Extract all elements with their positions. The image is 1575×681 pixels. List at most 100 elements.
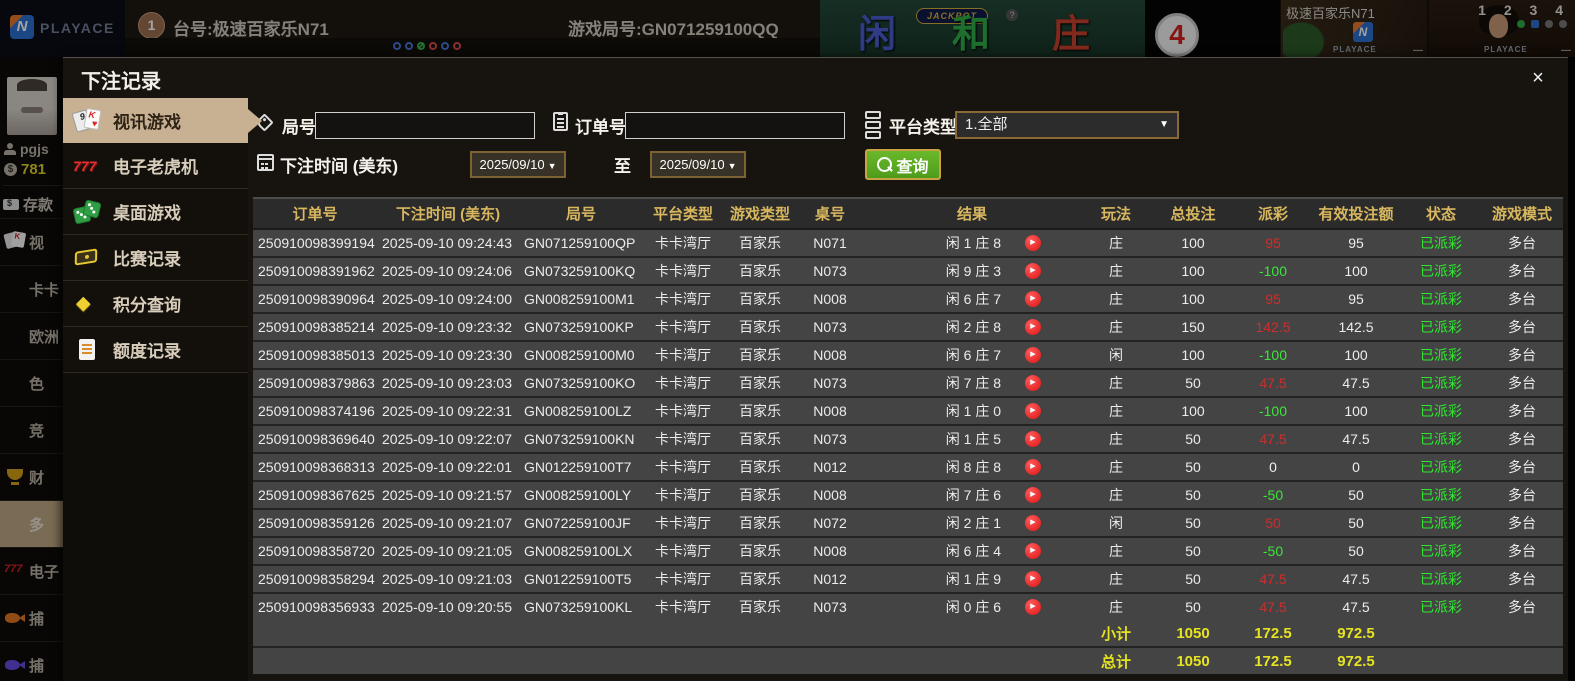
bet-time-cell: 2025-09-10 09:24:06 bbox=[377, 256, 519, 285]
column-header: 结果 bbox=[863, 197, 1081, 230]
game-type-cell: 百家乐 bbox=[723, 452, 797, 481]
cards-icon: 9 K ♥ bbox=[71, 107, 103, 134]
sidebar-item-slots[interactable]: 777 电子老虎机 bbox=[63, 143, 248, 189]
bet-time-cell: 2025-09-10 09:21:07 bbox=[377, 508, 519, 537]
order-number-input[interactable] bbox=[625, 112, 845, 139]
game-type-cell: 百家乐 bbox=[723, 284, 797, 313]
status-cell: 已派彩 bbox=[1401, 228, 1481, 257]
sidebar-item-table-games[interactable]: 桌面游戏 bbox=[63, 189, 248, 235]
search-button-label: 查询 bbox=[896, 158, 929, 176]
play-type-cell: 庄 bbox=[1081, 564, 1151, 593]
column-header: 派彩 bbox=[1235, 197, 1311, 230]
game-type-cell: 百家乐 bbox=[723, 228, 797, 257]
play-type-cell: 庄 bbox=[1081, 228, 1151, 257]
play-video-button[interactable]: ▶ bbox=[1025, 319, 1041, 335]
status-cell: 已派彩 bbox=[1401, 480, 1481, 509]
chevron-down-icon: ▼ bbox=[547, 161, 557, 171]
platform-type-select[interactable]: 1.全部 ▼ bbox=[955, 111, 1179, 139]
sidebar-item-quota-records[interactable]: 额度记录 bbox=[63, 327, 248, 373]
play-type-cell: 庄 bbox=[1081, 312, 1151, 341]
status-cell: 已派彩 bbox=[1401, 340, 1481, 369]
play-video-button[interactable]: ▶ bbox=[1025, 515, 1041, 531]
modal-title: 下注记录 bbox=[81, 71, 161, 93]
play-type-cell: 庄 bbox=[1081, 452, 1151, 481]
bet-time-cell: 2025-09-10 09:22:07 bbox=[377, 424, 519, 453]
table-row: 250910098356933 2025-09-10 09:20:55 GN07… bbox=[253, 592, 1563, 620]
game-type-cell: 百家乐 bbox=[723, 480, 797, 509]
play-video-button[interactable]: ▶ bbox=[1025, 543, 1041, 559]
play-video-button[interactable]: ▶ bbox=[1025, 459, 1041, 475]
valid-bet-cell: 95 bbox=[1311, 284, 1401, 313]
game-mode-cell: 多台 bbox=[1481, 368, 1563, 397]
valid-bet-cell: 47.5 bbox=[1311, 592, 1401, 620]
result-text: 闲 1 庄 8 bbox=[945, 235, 1001, 251]
sidebar-item-label: 视讯游戏 bbox=[113, 113, 181, 132]
sidebar-item-label: 桌面游戏 bbox=[113, 204, 181, 223]
sidebar-item-video-games[interactable]: 9 K ♥ 视讯游戏 bbox=[63, 98, 262, 143]
game-mode-cell: 多台 bbox=[1481, 508, 1563, 537]
status-cell: 已派彩 bbox=[1401, 592, 1481, 620]
game-type-cell: 百家乐 bbox=[723, 396, 797, 425]
play-video-button[interactable]: ▶ bbox=[1025, 291, 1041, 307]
date-from-picker[interactable]: 2025/09/10 ▼ bbox=[470, 151, 566, 178]
table-row: 250910098358720 2025-09-10 09:21:05 GN00… bbox=[253, 536, 1563, 565]
platform-cell: 卡卡湾厅 bbox=[643, 228, 723, 257]
play-video-button[interactable]: ▶ bbox=[1025, 487, 1041, 503]
result-text: 闲 1 庄 0 bbox=[945, 403, 1001, 419]
status-cell: 已派彩 bbox=[1401, 284, 1481, 313]
total-bet-cell: 100 bbox=[1151, 396, 1235, 425]
table-row: 250910098369640 2025-09-10 09:22:07 GN07… bbox=[253, 424, 1563, 453]
total-bet-cell: 100 bbox=[1151, 256, 1235, 285]
play-video-button[interactable]: ▶ bbox=[1025, 347, 1041, 363]
platform-cell: 卡卡湾厅 bbox=[643, 508, 723, 537]
sidebar-item-match-records[interactable]: 比赛记录 bbox=[63, 235, 248, 281]
platform-type-value: 1.全部 bbox=[965, 116, 1008, 133]
round-number-input[interactable] bbox=[315, 112, 535, 139]
date-to-picker[interactable]: 2025/09/10 ▼ bbox=[650, 151, 746, 178]
game-type-cell: 百家乐 bbox=[723, 592, 797, 620]
bet-time-label: 下注时间 (美东) bbox=[280, 157, 399, 176]
play-video-button[interactable]: ▶ bbox=[1025, 571, 1041, 587]
sidebar-item-label: 积分查询 bbox=[113, 296, 181, 315]
payout-cell: 95 bbox=[1235, 228, 1311, 257]
result-cell: 闲 1 庄 9 ▶ bbox=[863, 564, 1081, 593]
order-number-cell: 250910098359126 bbox=[253, 508, 377, 537]
column-header: 玩法 bbox=[1081, 197, 1151, 230]
column-header: 状态 bbox=[1401, 197, 1481, 230]
order-number-label: 订单号 bbox=[575, 118, 626, 137]
table-header-row: 订单号 下注时间 (美东) 局号 平台类型 游戏类型 桌号 结果 玩法 总投注 … bbox=[253, 197, 1563, 230]
table-row: 250910098379863 2025-09-10 09:23:03 GN07… bbox=[253, 368, 1563, 397]
close-icon[interactable]: × bbox=[1526, 66, 1550, 90]
result-text: 闲 2 庄 1 bbox=[945, 515, 1001, 531]
round-number-cell: GN072259100JF bbox=[519, 508, 643, 537]
bet-time-cell: 2025-09-10 09:23:03 bbox=[377, 368, 519, 397]
play-video-button[interactable]: ▶ bbox=[1025, 375, 1041, 391]
order-number-cell: 250910098385214 bbox=[253, 312, 377, 341]
total-bet-cell: 50 bbox=[1151, 424, 1235, 453]
slots-icon: 777 bbox=[73, 157, 97, 174]
sidebar-item-points-query[interactable]: ◆ 积分查询 bbox=[63, 281, 248, 327]
result-cell: 闲 6 庄 7 ▶ bbox=[863, 340, 1081, 369]
play-video-button[interactable]: ▶ bbox=[1025, 599, 1041, 615]
platform-cell: 卡卡湾厅 bbox=[643, 284, 723, 313]
game-mode-cell: 多台 bbox=[1481, 564, 1563, 593]
total-row: 总计 1050 172.5 972.5 bbox=[253, 646, 1563, 674]
round-number-cell: GN008259100LY bbox=[519, 480, 643, 509]
order-number-cell: 250910098374196 bbox=[253, 396, 377, 425]
play-video-button[interactable]: ▶ bbox=[1025, 403, 1041, 419]
play-video-button[interactable]: ▶ bbox=[1025, 263, 1041, 279]
platform-cell: 卡卡湾厅 bbox=[643, 256, 723, 285]
round-number-cell: GN073259100KP bbox=[519, 312, 643, 341]
result-text: 闲 1 庄 9 bbox=[945, 571, 1001, 587]
result-cell: 闲 7 庄 8 ▶ bbox=[863, 368, 1081, 397]
valid-bet-cell: 95 bbox=[1311, 228, 1401, 257]
search-button[interactable]: 查询 bbox=[865, 149, 941, 180]
total-bet-cell: 100 bbox=[1151, 340, 1235, 369]
game-mode-cell: 多台 bbox=[1481, 256, 1563, 285]
round-number-cell: GN012259100T5 bbox=[519, 564, 643, 593]
play-video-button[interactable]: ▶ bbox=[1025, 235, 1041, 251]
play-video-button[interactable]: ▶ bbox=[1025, 431, 1041, 447]
status-cell: 已派彩 bbox=[1401, 256, 1481, 285]
table-row: 250910098359126 2025-09-10 09:21:07 GN07… bbox=[253, 508, 1563, 537]
game-mode-cell: 多台 bbox=[1481, 536, 1563, 565]
